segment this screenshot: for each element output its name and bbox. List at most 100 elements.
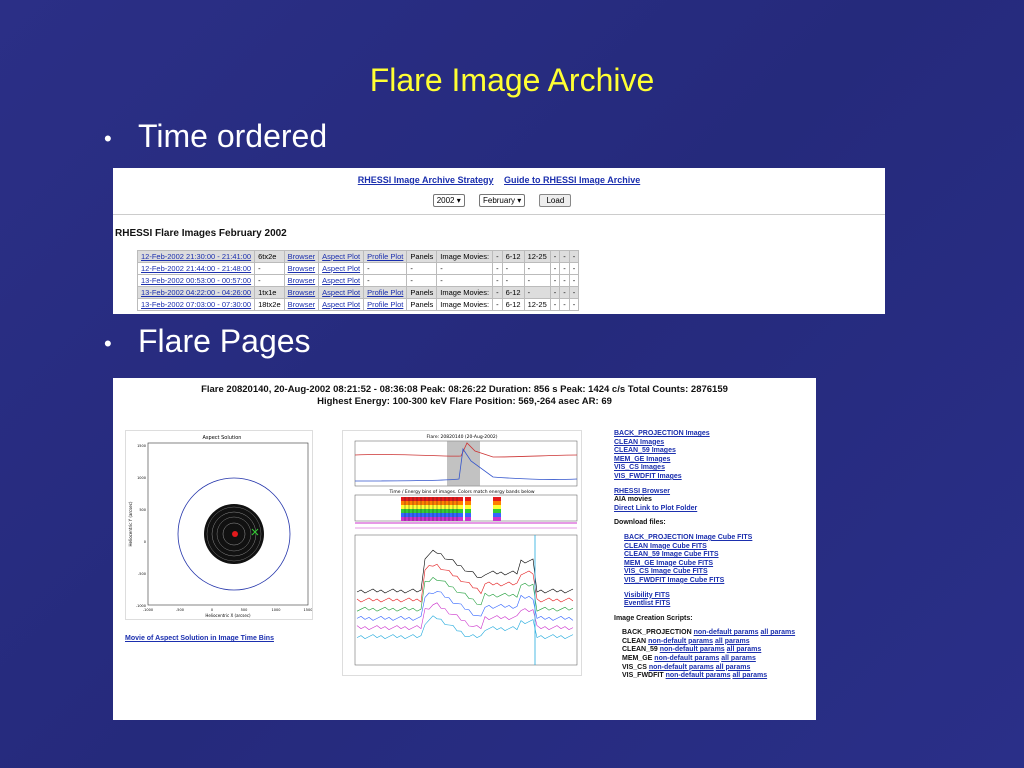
non-default-params-link[interactable]: non-default params [649,664,714,671]
count-rate-curves [356,549,574,639]
table-cell[interactable]: 12-Feb-2002 21:30:00 - 21:41:00 [136,250,256,263]
aspect-xtick-label: 0 [211,608,213,612]
table-cell: - [406,262,438,275]
table-cell: - [549,286,561,299]
table-cell[interactable]: Browser [283,250,320,263]
table-cell[interactable]: 13-Feb-2002 00:53:00 - 00:57:00 [136,274,256,287]
eventlist-fits-link[interactable]: Eventlist FITS [614,600,814,609]
table-cell[interactable]: Profile Plot [363,286,408,299]
image-bin-bar [401,497,463,501]
table-cell[interactable]: Aspect Plot [318,274,365,287]
rhessi-browser-link[interactable]: RHESSI Browser [614,488,814,497]
all-params-link[interactable]: all params [715,638,750,645]
aspect-ytick-label: 1500 [137,444,146,448]
table-cell: 6tx2e [254,250,285,263]
download-label: Download files: [614,519,666,527]
image-bin-bar [465,501,471,505]
lightcurve-panel[interactable]: Flare: 20820140 (20-Aug-2002) Time / Ene… [342,430,582,676]
table-row: 13-Feb-2002 07:03:00 - 07:30:00 18tx2e Bro… [136,298,580,311]
table-cell[interactable]: Profile Plot [363,250,408,263]
non-default-params-link[interactable]: non-default params [666,672,731,679]
all-params-link[interactable]: all params [760,629,795,636]
year-select[interactable]: 2002 ▾ [432,194,465,207]
image-bin-bar [401,501,463,505]
all-params-link[interactable]: all params [727,646,762,653]
table-cell[interactable]: Browser [283,274,320,287]
table-cell[interactable]: Aspect Plot [318,250,365,263]
non-default-params-link[interactable]: non-default params [648,638,713,645]
aspect-ytick-label: -1000 [136,604,146,608]
table-cell[interactable]: Browser [283,298,320,311]
table-cell: - [549,298,561,311]
table-cell: 12-25 [523,298,551,311]
table-cell[interactable]: Browser [283,262,320,275]
download-fits-link[interactable]: VIS_FWDFIT Image Cube FITS [614,577,814,586]
archive-guide-link[interactable]: Guide to RHESSI Image Archive [504,175,640,185]
non-default-params-link[interactable]: non-default params [654,655,719,662]
archive-strategy-link[interactable]: RHESSI Image Archive Strategy [358,175,494,185]
lc-mid-title: Time / Energy bins of images. Colors mat… [389,489,535,495]
table-cell[interactable]: Aspect Plot [318,262,365,275]
image-type-link[interactable]: VIS_CS Images [614,464,814,473]
lc-top-title: Flare: 20820140 (20-Aug-2002) [426,434,497,440]
download-fits-link[interactable]: VIS_CS Image Cube FITS [614,568,814,577]
non-default-params-link[interactable]: non-default params [660,646,725,653]
table-row: 13-Feb-2002 00:53:00 - 00:57:00 - Browser A… [136,274,580,287]
non-default-params-link[interactable]: non-default params [694,629,759,636]
image-type-link[interactable]: MEM_GE Images [614,456,814,465]
table-cell[interactable]: Profile Plot [363,298,408,311]
download-fits-link[interactable]: CLEAN Image Cube FITS [614,543,814,552]
lightcurve-svg: Flare: 20820140 (20-Aug-2002) Time / Ene… [354,434,578,666]
aspect-solution-plot[interactable]: Aspect Solution -1000 -500 0 500 1000 1500 150… [125,430,313,620]
script-row: CLEAN_59 non-default params all params [614,646,814,655]
bullet-flare-pages: • Flare Pages [104,323,311,360]
aspect-movie-link[interactable]: Movie of Aspect Solution in Image Time B… [125,635,274,642]
table-cell: 12-25 [523,250,551,263]
table-cell: Image Movies: [436,250,494,263]
plot-folder-link[interactable]: Direct Link to Plot Folder [614,505,814,514]
month-select[interactable]: February ▾ [478,194,526,207]
image-bin-bar [465,517,471,521]
image-bin-bar [493,513,501,517]
script-row: BACK_PROJECTION non-default params all p… [614,629,814,638]
all-params-link[interactable]: all params [721,655,756,662]
table-cell: - [523,286,551,299]
download-fits-link[interactable]: BACK_PROJECTION Image Cube FITS [614,534,814,543]
image-type-link[interactable]: BACK_PROJECTION Images [614,430,814,439]
table-cell: - [568,286,580,299]
table-row: 12-Feb-2002 21:44:00 - 21:48:00 - Browser A… [136,262,580,275]
table-cell: - [436,274,494,287]
image-type-link[interactable]: CLEAN Images [614,439,814,448]
scripts-label: Image Creation Scripts: [614,614,693,622]
script-name: BACK_PROJECTION [622,629,694,637]
load-button[interactable]: Load [539,194,572,207]
table-cell[interactable]: 13-Feb-2002 07:03:00 - 07:30:00 [136,298,256,311]
image-bin-bar [401,513,463,517]
script-name: VIS_FWDFIT [622,672,666,680]
table-cell: - [492,274,503,287]
script-name: CLEAN_59 [622,646,660,654]
image-type-link[interactable]: CLEAN_59 Images [614,447,814,456]
image-type-link[interactable]: VIS_FWDFIT Images [614,473,814,482]
aspect-xtick-label: 500 [241,608,248,612]
table-cell: - [492,298,503,311]
table-cell[interactable]: Browser [283,286,320,299]
script-name: VIS_CS [622,663,649,671]
table-cell: - [436,262,494,275]
visibility-fits-link[interactable]: Visibility FITS [614,592,814,601]
aspect-xtick-label: 1000 [272,608,281,612]
table-cell: 6-12 [501,250,525,263]
table-cell[interactable]: Aspect Plot [318,298,365,311]
table-cell[interactable]: 12-Feb-2002 21:44:00 - 21:48:00 [136,262,256,275]
table-cell: 6-12 [501,298,525,311]
download-fits-link[interactable]: MEM_GE Image Cube FITS [614,560,814,569]
download-fits-link[interactable]: CLEAN_59 Image Cube FITS [614,551,814,560]
table-cell[interactable]: Aspect Plot [318,286,365,299]
all-params-link[interactable]: all params [716,664,751,671]
archive-screenshot: RHESSI Image Archive Strategy Guide to R… [113,168,885,314]
aspect-ylabel: Heliocentric Y (arcsec) [128,501,133,546]
table-cell[interactable]: 13-Feb-2002 04:22:00 - 04:26:00 [136,286,256,299]
all-params-link[interactable]: all params [732,672,767,679]
aspect-plot-title: Aspect Solution [203,435,242,441]
table-cell: - [549,250,561,263]
